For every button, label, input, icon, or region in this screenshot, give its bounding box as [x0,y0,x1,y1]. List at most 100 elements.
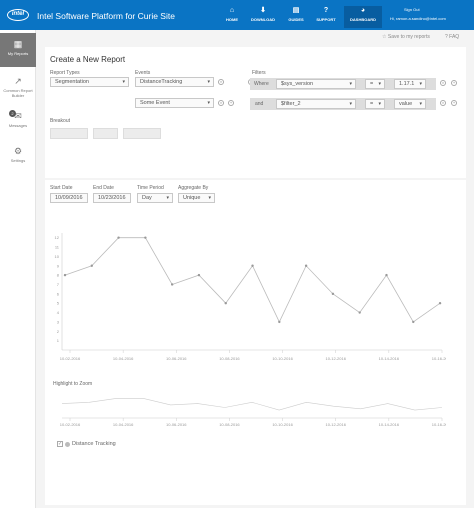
event-2-value: Some Event [140,100,170,106]
y-tick-label: 6 [57,291,60,296]
faq-link[interactable]: ? FAQ [445,34,459,40]
add-filter-row-2-icon[interactable]: + [451,100,457,106]
report-types-label: Report Types [50,70,80,76]
y-tick-label: 3 [57,319,60,324]
y-tick-label: 4 [57,310,60,315]
remove-filter-1-icon[interactable]: × [440,80,446,86]
aggregate-label: Aggregate By [178,185,209,191]
nav-support[interactable]: ? SUPPORT [308,6,344,28]
add-filter-row-icon[interactable]: + [451,80,457,86]
page-title: Create a New Report [50,55,126,64]
and-label: and [255,101,264,107]
nav-download-label: DOWNLOAD [251,17,275,22]
data-point[interactable] [358,311,361,314]
intel-logo[interactable]: intel [7,9,29,21]
data-point[interactable] [170,283,174,286]
remove-event-2-icon[interactable]: × [218,100,224,106]
x-tick-label: 10-08-2016 [219,356,240,361]
x-tick-label: 10-16-2016 [432,356,446,361]
reports-icon: ▦ [13,39,23,49]
data-point[interactable] [144,236,147,239]
chevron-down-icon: ▾ [207,79,210,85]
aggregate-value: Unique [183,195,201,201]
data-point[interactable] [117,236,120,239]
zoom-series-line [61,398,443,411]
chevron-down-icon: ▾ [378,101,381,107]
sidebar-item-common-report-builder[interactable]: ↗ Common Report Builder [0,70,36,104]
start-date-input[interactable]: 10/09/2016 [50,193,88,203]
y-tick-label: 7 [57,282,60,287]
sidebar-item-label: Settings [10,158,26,163]
series-checkbox[interactable]: ✓ [57,441,63,447]
remove-event-1-icon[interactable]: × [218,79,224,85]
y-tick-label: 2 [57,329,60,334]
gear-icon: ⚙ [13,146,23,156]
filter-2-operator[interactable]: = ▾ [365,99,385,109]
chevron-down-icon: ▾ [349,81,352,87]
zoom-x-tick-label: 10-06-2016 [166,422,187,427]
data-point[interactable] [331,292,335,296]
x-tick-label: 10-14-2016 [379,356,400,361]
breakout-label: Breakout [50,118,71,124]
data-point[interactable] [63,273,67,277]
data-point[interactable] [224,302,227,305]
breakout-option-1[interactable] [50,128,88,139]
report-type-select[interactable]: Segmentation ▾ [50,77,129,87]
breakout-option-2[interactable] [93,128,118,139]
chevron-down-icon: ▾ [166,195,169,201]
start-date-label: Start Date [50,185,73,191]
sidebar-item-my-reports[interactable]: ▦ My Reports [0,33,36,67]
filter-1-field[interactable]: $sys_version ▾ [276,79,356,89]
zoom-x-tick-label: 10-14-2016 [379,422,400,427]
nav-dashboard[interactable]: ◕ DASHBOARD [344,6,382,28]
data-point[interactable] [385,273,388,277]
support-icon: ? [323,7,329,14]
x-tick-label: 10-12-2016 [325,356,346,361]
zoom-x-tick-label: 10-10-2016 [272,422,293,427]
add-event-icon[interactable]: + [228,100,234,106]
data-point[interactable] [278,320,281,324]
series-line [64,237,441,323]
filter-1-value[interactable]: 1.17.1 ▾ [394,79,426,89]
user-greeting: Hi, ramon.a.sandino@intel.com [390,16,446,21]
messages-badge: 2 [9,110,16,117]
sidebar-item-messages[interactable]: ✉ Messages 2 [0,105,36,139]
nav-download[interactable]: ⬇ DOWNLOAD [245,6,281,28]
event-select-1[interactable]: DistanceTracking ▾ [135,77,214,87]
breakout-option-3[interactable] [123,128,161,139]
time-period-select[interactable]: Day ▾ [137,193,173,203]
y-tick-label: 9 [57,263,60,268]
filter-1-operator[interactable]: = ▾ [365,79,385,89]
data-point[interactable] [197,273,201,277]
data-point[interactable] [251,264,254,267]
data-point[interactable] [90,264,93,267]
mail-icon: ✉ [14,111,22,121]
filter-1-value-text: 1.17.1 [399,81,415,87]
series-color-swatch [65,442,70,447]
y-tick-label: 11 [55,245,60,250]
data-point[interactable] [412,320,415,324]
sidebar-item-settings[interactable]: ⚙ Settings [0,140,36,174]
nav-support-label: SUPPORT [316,17,336,22]
x-tick-label: 10-02-2016 [60,356,81,361]
aggregate-select[interactable]: Unique ▾ [178,193,215,203]
end-date-input[interactable]: 10/23/2016 [93,193,131,203]
save-to-reports-link[interactable]: ☆ Save to my reports [382,34,430,40]
y-tick-label: 8 [57,273,60,278]
zoom-x-tick-label: 10-16-2016 [432,422,446,427]
nav-dashboard-label: DASHBOARD [350,17,376,22]
zoom-navigator[interactable]: 10-02-2016 10-04-2016 10-06-2016 10-08-2016… [36,388,446,438]
zoom-x-tick-label: 10-12-2016 [325,422,346,427]
filter-2-value-text: value [399,101,413,107]
event-select-2[interactable]: Some Event ▾ [135,98,214,108]
filter-2-operator-value: = [370,101,374,107]
data-point[interactable] [304,264,308,267]
filter-2-field[interactable]: $filter_2 ▾ [276,99,356,109]
data-point[interactable] [438,302,442,305]
dashboard-icon: ◕ [360,7,366,14]
filter-2-field-value: $filter_2 [281,101,301,107]
sign-out-link[interactable]: Sign Out [404,7,420,12]
remove-filter-2-icon[interactable]: × [440,100,446,106]
filter-1-field-value: $sys_version [281,81,314,87]
filter-2-value[interactable]: value ▾ [394,99,426,109]
